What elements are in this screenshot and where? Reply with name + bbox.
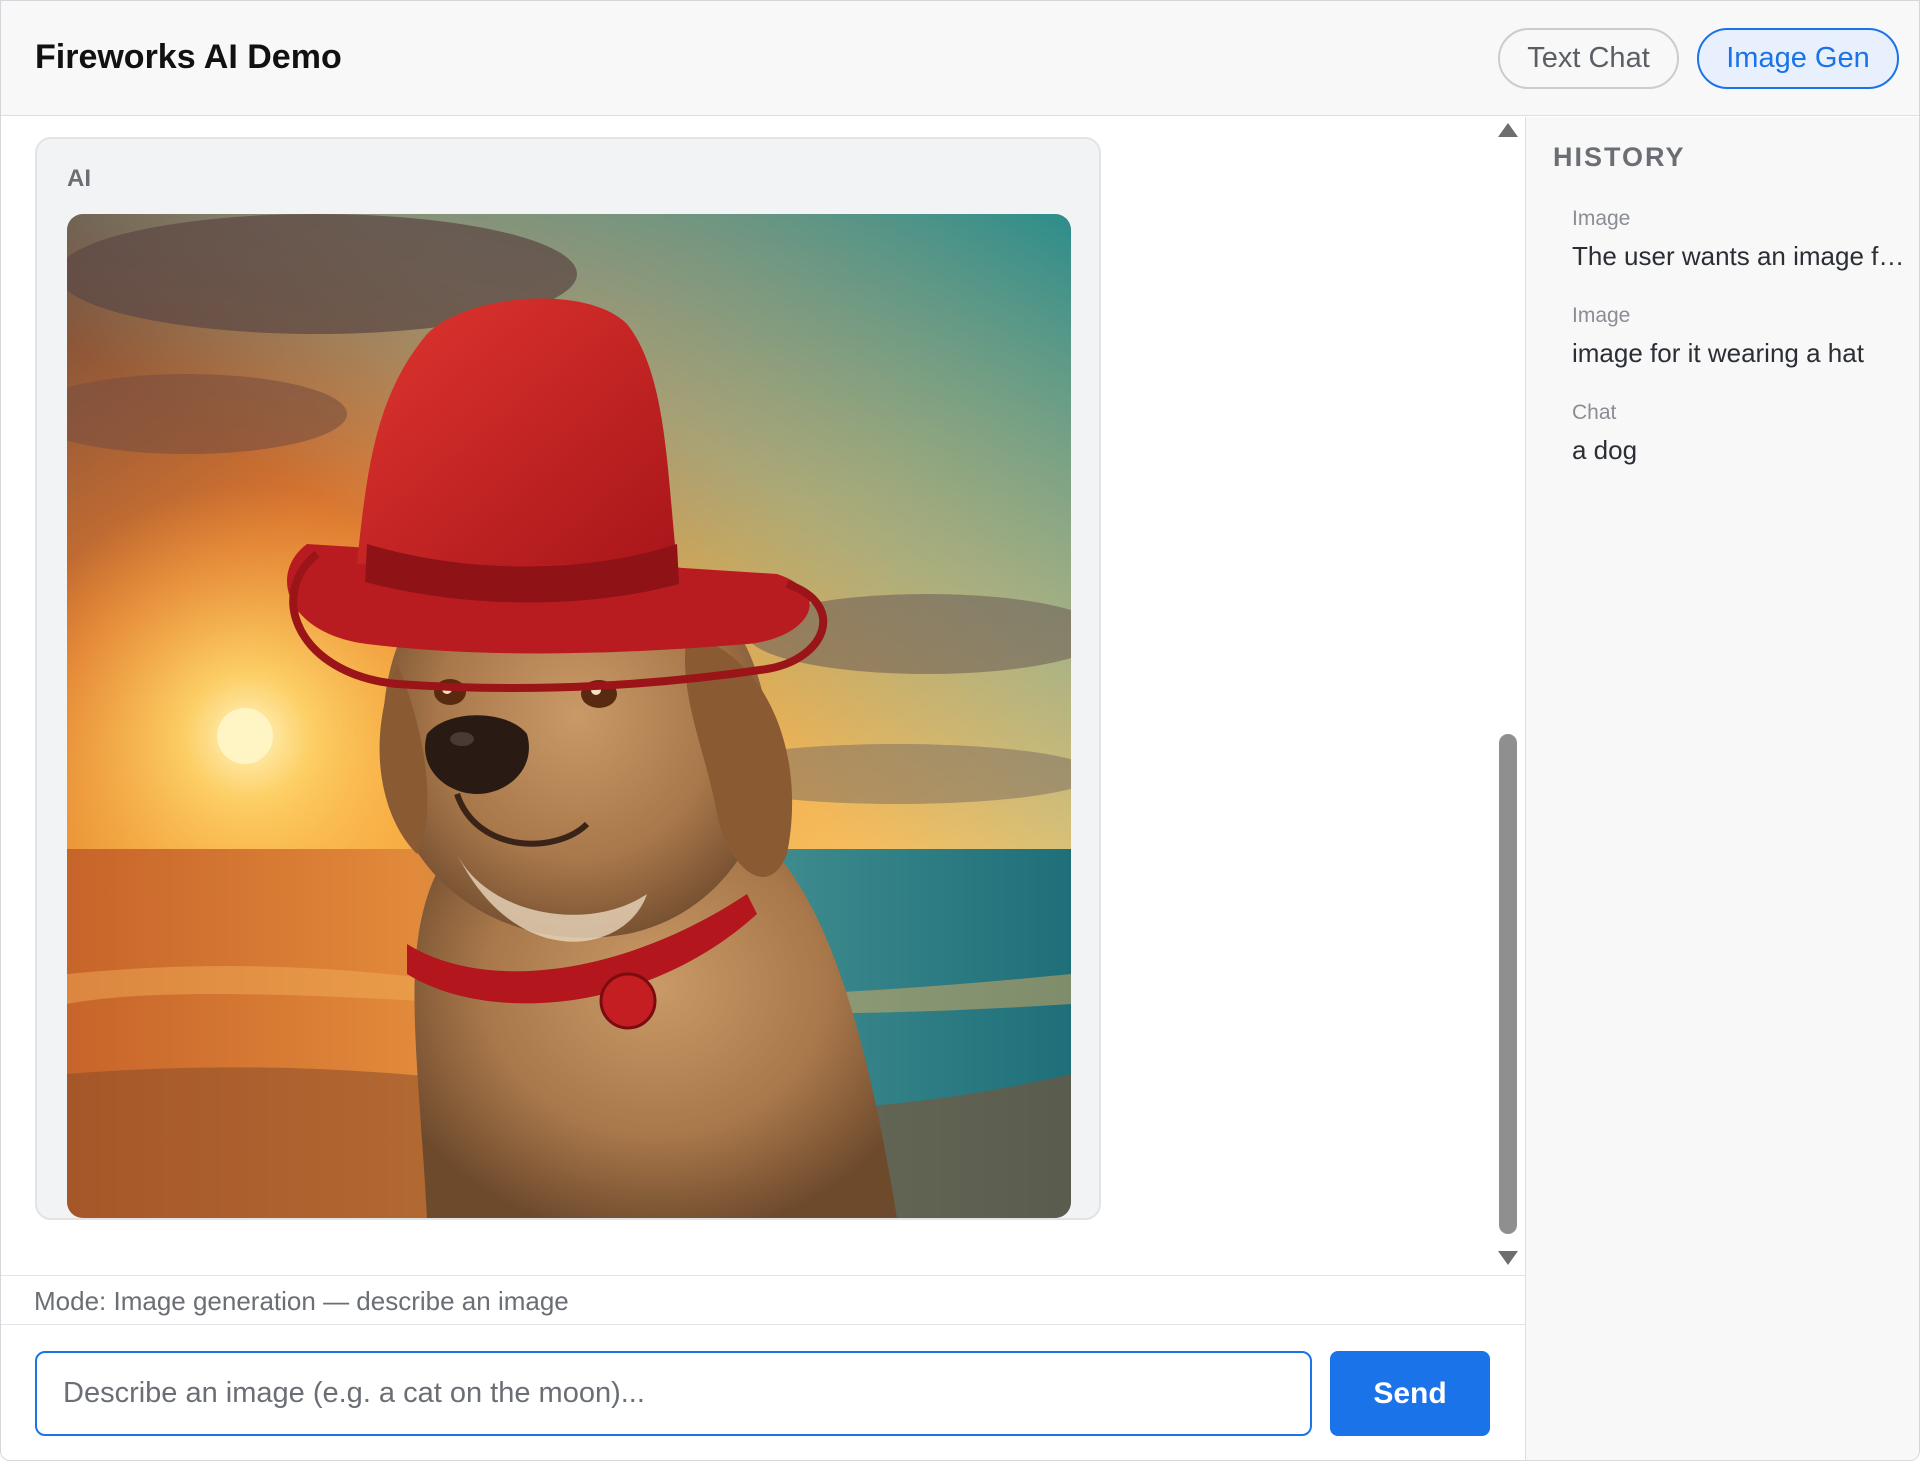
- history-item-text: image for it wearing a hat: [1572, 338, 1864, 368]
- history-item-kind: Image: [1572, 304, 1631, 327]
- top-bar: Fireworks AI Demo Text Chat Image Gen: [1, 1, 1919, 116]
- text-chat-mode-button[interactable]: Text Chat: [1498, 28, 1679, 89]
- history-item-kind: Image: [1572, 207, 1631, 230]
- app-title: Fireworks AI Demo: [35, 38, 342, 76]
- image-prompt-input[interactable]: [35, 1351, 1312, 1436]
- history-item[interactable]: Chat a dog: [1572, 401, 1912, 466]
- send-button[interactable]: Send: [1330, 1351, 1490, 1436]
- history-sidebar: HISTORY Image The user wants an image fo…: [1525, 117, 1919, 1460]
- history-item-text: a dog: [1572, 435, 1638, 465]
- scrollbar-thumb[interactable]: [1499, 734, 1517, 1234]
- history-item-kind: Chat: [1572, 401, 1617, 424]
- ai-message-card: AI: [35, 137, 1101, 1220]
- history-heading: HISTORY: [1553, 142, 1686, 172]
- triangle-down-icon[interactable]: [1498, 1251, 1518, 1265]
- composer: Send: [1, 1325, 1525, 1460]
- triangle-up-icon[interactable]: [1498, 123, 1518, 137]
- app-window: Fireworks AI Demo Text Chat Image Gen AI: [0, 0, 1920, 1461]
- dog-in-red-hat-image: [67, 214, 1071, 1218]
- mode-status-bar: Mode: Image generation — describe an ima…: [1, 1275, 1525, 1325]
- image-gen-mode-button[interactable]: Image Gen: [1697, 28, 1899, 89]
- message-sender-label: AI: [67, 165, 91, 192]
- mode-status-text: Mode: Image generation — describe an ima…: [34, 1286, 569, 1316]
- history-item[interactable]: Image image for it wearing a hat: [1572, 304, 1912, 369]
- generated-image[interactable]: [67, 214, 1071, 1218]
- chat-messages-area[interactable]: AI: [1, 117, 1525, 1275]
- history-item[interactable]: Image The user wants an image for it wea…: [1572, 207, 1912, 272]
- history-item-text: The user wants an image for it wearing a…: [1572, 241, 1912, 271]
- chat-scrollbar[interactable]: [1493, 117, 1523, 1275]
